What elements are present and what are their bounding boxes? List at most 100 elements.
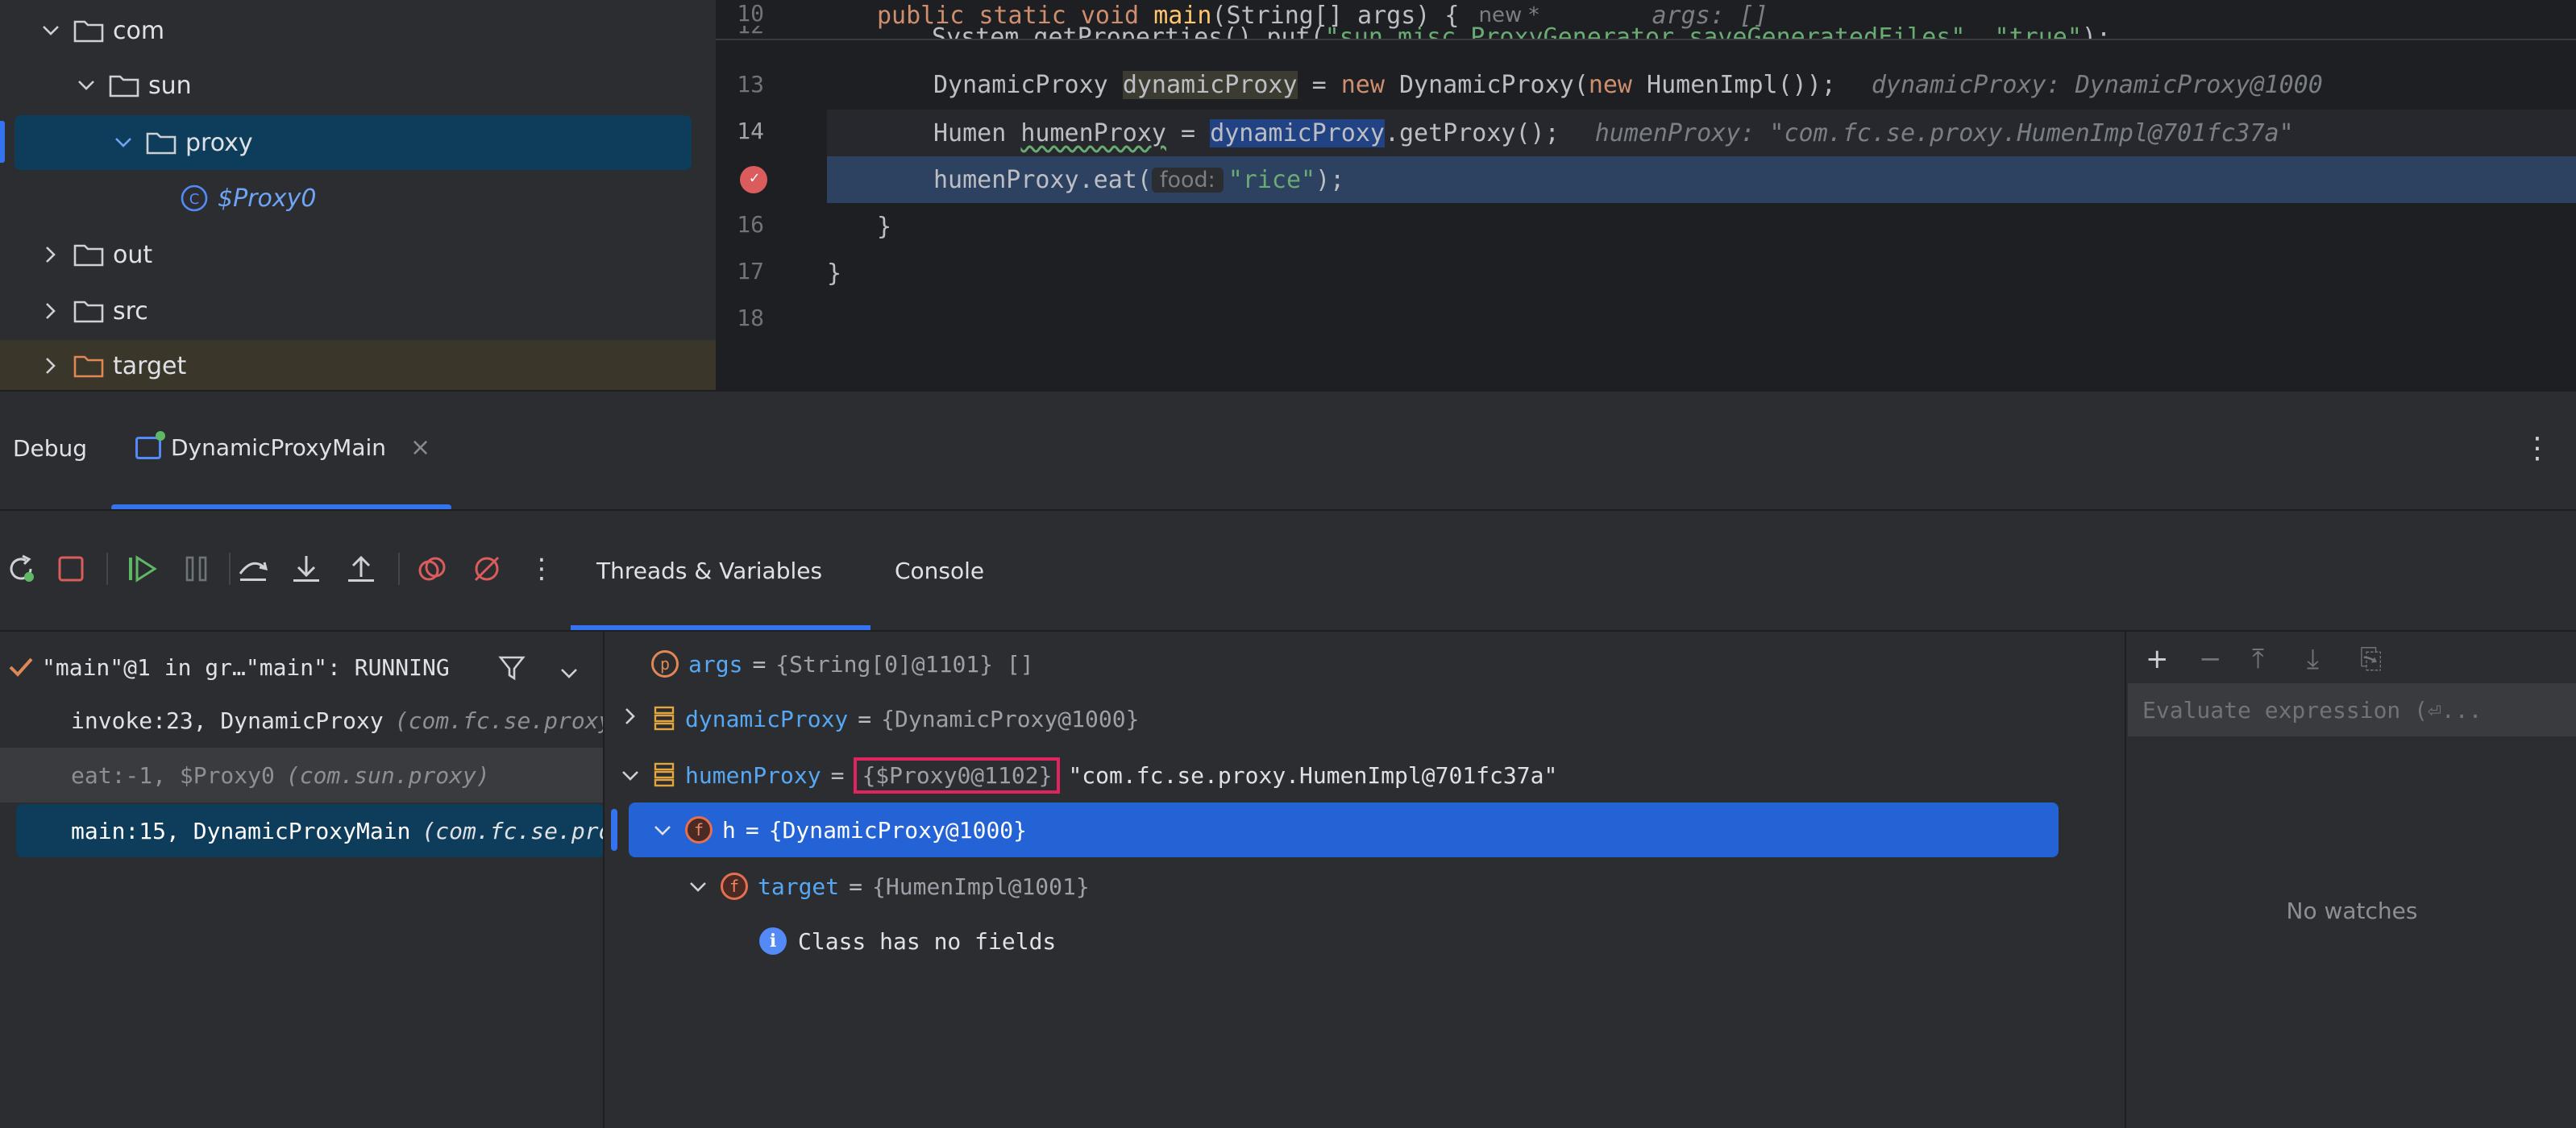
code-text: HumenImpl()); (1632, 70, 1836, 99)
step-into-icon[interactable] (289, 551, 324, 587)
chevron-down-icon[interactable] (74, 73, 98, 97)
tree-item-label: target (113, 351, 187, 380)
move-down-icon[interactable]: ⤓ (2307, 643, 2319, 675)
frame-package: (com.fc.se.proxy) (422, 817, 603, 844)
tab-threads-variables[interactable]: Threads & Variables (596, 558, 822, 584)
variables-panel: p args = {String[0]@1101} [] dynamicProx… (605, 630, 2125, 1128)
tree-item-sun[interactable]: sun (0, 58, 716, 113)
code-line-14: Humen humenProxy = dynamicProxy .getProxy… (827, 110, 2576, 156)
step-over-icon[interactable] (235, 551, 271, 587)
move-up-icon[interactable]: ⤒ (2252, 643, 2264, 675)
field-icon: f (685, 816, 713, 844)
chevron-right-icon[interactable] (39, 243, 63, 267)
variable-value: {String[0]@1101} [] (775, 650, 1034, 678)
chevron-right-icon[interactable] (39, 299, 63, 323)
chevron-down-icon[interactable] (614, 763, 646, 787)
tree-item-target[interactable]: target (0, 338, 716, 393)
folder-icon (146, 132, 177, 155)
filter-icon[interactable] (498, 654, 526, 687)
code-line-12: System.getProperties().put("sun.misc.Pro… (827, 13, 2576, 40)
tab-console[interactable]: Console (895, 558, 984, 584)
equals-sign: = (830, 761, 845, 789)
run-config-icon (135, 430, 165, 459)
code-line-15: humenProxy.eat(food: "rice"); (827, 156, 2576, 203)
chevron-right-icon[interactable] (614, 707, 646, 731)
chevron-down-icon[interactable] (559, 659, 579, 686)
check-icon (0, 656, 42, 678)
line-number: 12 (716, 26, 764, 37)
tree-item-out[interactable]: out (0, 227, 716, 282)
code-text: .getProxy(); (1384, 118, 1560, 147)
tree-item-label: src (113, 297, 148, 326)
pause-icon[interactable] (179, 551, 214, 587)
tree-item-src[interactable]: src (0, 284, 716, 338)
chevron-down-icon[interactable] (39, 19, 63, 43)
stack-frame[interactable]: invoke:23, DynamicProxy (com.fc.se.proxy) (0, 693, 605, 748)
close-icon[interactable]: × (410, 433, 430, 462)
stack-frame[interactable]: main:15, DynamicProxyMain (com.fc.se.prox… (0, 803, 603, 858)
debug-toolbar: ⋮ Threads & Variables Console (0, 509, 2576, 632)
tool-window-title: Debug (13, 435, 88, 462)
chevron-down-icon[interactable] (111, 131, 135, 155)
chevron-down-icon[interactable] (682, 874, 714, 898)
info-icon: i (759, 927, 787, 955)
frame-package: (com.fc.se.proxy) (394, 707, 605, 734)
more-actions-icon[interactable]: ⋮ (524, 551, 559, 587)
local-variable-icon (653, 761, 675, 789)
mute-breakpoints-icon[interactable] (469, 551, 505, 587)
parameter-icon: p (651, 650, 679, 678)
code-editor[interactable]: 10 12 13 14 ✓ 16 17 18 public static voi… (716, 0, 2576, 390)
rerun-icon[interactable] (3, 551, 39, 587)
sticky-line-divider (716, 39, 2576, 40)
line-number: 17 (737, 258, 764, 284)
stop-icon[interactable] (53, 551, 89, 587)
chevron-right-icon[interactable] (39, 354, 63, 378)
folder-icon (73, 20, 104, 43)
resume-icon[interactable] (124, 551, 160, 587)
tab-label: DynamicProxyMain (171, 434, 387, 461)
code-text: = (1166, 118, 1211, 147)
code-text: = (1297, 70, 1341, 99)
tab-dynamic-proxy-main[interactable]: DynamicProxyMain × (135, 430, 430, 462)
add-watch-icon[interactable]: + (2146, 643, 2169, 675)
chevron-down-icon[interactable] (646, 818, 679, 842)
equals-sign: = (745, 816, 759, 844)
more-options-icon[interactable]: ⋮ (2523, 432, 2552, 465)
svg-text:C: C (189, 191, 200, 208)
folder-icon (73, 244, 104, 267)
tree-item-proxy[interactable]: proxy (0, 115, 716, 170)
variable-row-info: i Class has no fields (759, 914, 1056, 968)
evaluate-expression-input[interactable] (2128, 683, 2576, 736)
stack-frame[interactable]: eat:-1, $Proxy0 (com.sun.proxy) (0, 748, 603, 802)
variable-name: humenProxy (685, 761, 821, 789)
keyword: new (1340, 70, 1385, 99)
variable-row-target[interactable]: f target = {HumenImpl@1001} (682, 859, 1090, 914)
variable-row-h[interactable]: f h = {DynamicProxy@1000} (646, 802, 1027, 857)
step-out-icon[interactable] (343, 551, 379, 587)
variable-value: {DynamicProxy@1000} (768, 816, 1028, 844)
tree-item-label: $Proxy0 (218, 184, 317, 213)
toolbar-separator (398, 553, 400, 585)
code-text: } (827, 259, 842, 288)
code-text: , (1965, 23, 1995, 40)
frame-method: invoke:23, DynamicProxy (71, 707, 384, 734)
equals-sign: = (858, 705, 872, 732)
toolbar-separator (106, 553, 108, 585)
code-line-13: DynamicProxy dynamicProxy = new DynamicP… (827, 61, 2576, 108)
thread-selector[interactable]: "main"@1 in gr…"main": RUNNING (0, 643, 603, 691)
code-text: DynamicProxy (933, 70, 1123, 99)
field-icon: f (721, 873, 748, 900)
remove-watch-icon[interactable]: − (2199, 643, 2222, 675)
variable-row-args[interactable]: p args = {String[0]@1101} [] (651, 637, 1034, 691)
view-breakpoints-icon[interactable] (414, 551, 450, 587)
tree-item-proxy0-class[interactable]: C $Proxy0 (0, 171, 716, 226)
code-text: DynamicProxy( (1384, 70, 1589, 99)
thread-label: "main"@1 in gr…"main": RUNNING (42, 653, 450, 681)
code-text: System.getProperties().put( (932, 23, 1325, 40)
duplicate-watch-icon[interactable]: ⎘ (2360, 643, 2382, 675)
empty-state-text: No watches (2286, 898, 2418, 924)
tree-item-com[interactable]: com (0, 3, 716, 58)
code-text: ); (2081, 23, 2112, 40)
variable-row-dynamic-proxy[interactable]: dynamicProxy = {DynamicProxy@1000} (614, 691, 1139, 746)
variable-row-humen-proxy[interactable]: humenProxy = {$Proxy0@1102} "com.fc.se.p… (614, 748, 1557, 802)
